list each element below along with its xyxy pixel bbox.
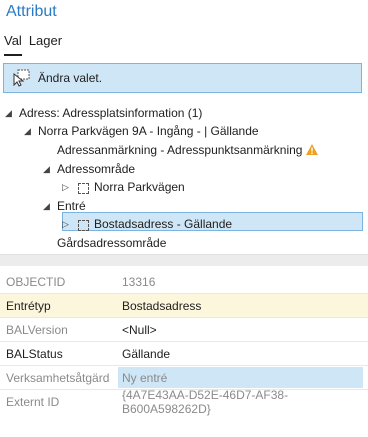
- attribute-row[interactable]: Verksamhetsåtgärd Ny entré: [0, 366, 368, 390]
- attribute-row: OBJECTID 13316: [0, 270, 368, 294]
- attribute-key: BALVersion: [6, 322, 68, 337]
- attribute-key: Entrétyp: [6, 298, 51, 313]
- tab-layers[interactable]: Lager: [29, 33, 62, 53]
- panel-title: Attribut: [6, 3, 57, 20]
- tree-node-address-point[interactable]: Norra Parkvägen 9A - Ingång - | Gällande: [38, 122, 259, 140]
- attribute-value: Ny entré: [122, 370, 168, 385]
- change-selection-banner[interactable]: Ändra valet.: [3, 63, 362, 93]
- expand-caret-icon[interactable]: ◢: [43, 164, 50, 175]
- attribute-value: Bostadsadress: [122, 298, 202, 313]
- tree-node-norra-parkvagen[interactable]: Norra Parkvägen: [94, 178, 185, 196]
- tree-node-address-area[interactable]: Adressområde: [57, 160, 135, 178]
- tab-bar: Val Lager: [4, 33, 62, 56]
- expand-caret-icon[interactable]: ◢: [5, 108, 12, 119]
- attribute-key: OBJECTID: [6, 274, 66, 289]
- attribute-key: Verksamhetsåtgärd: [6, 370, 110, 385]
- attribute-value: <Null>: [122, 322, 157, 337]
- tab-selection[interactable]: Val: [4, 33, 22, 56]
- tree-node-address[interactable]: Adress: Adressplatsinformation (1): [19, 104, 202, 122]
- attribute-value: {4A7E43AA-D52E-46D7-AF38-B600A598262D}: [122, 388, 289, 416]
- attribute-row[interactable]: Externt ID {4A7E43AA-D52E-46D7-AF38-B600…: [0, 388, 368, 416]
- attribute-row[interactable]: Entrétyp Bostadsadress: [0, 294, 368, 318]
- attribute-value: Gällande: [122, 346, 171, 361]
- feature-box-icon: [78, 220, 89, 231]
- section-divider: [0, 254, 368, 266]
- attribute-row[interactable]: BALStatus Gällande: [0, 342, 368, 366]
- attribute-value: 13316: [122, 274, 156, 289]
- collapse-caret-icon[interactable]: ▷: [62, 182, 69, 193]
- feature-box-icon: [78, 183, 89, 194]
- attribute-key: Externt ID: [6, 395, 60, 409]
- tree-node-label: Adressanmärkning - Adresspunktsanmärknin…: [57, 143, 303, 157]
- banner-text: Ändra valet.: [38, 71, 103, 85]
- attribute-key: BALStatus: [6, 346, 63, 361]
- attribute-row[interactable]: BALVersion <Null>: [0, 318, 368, 342]
- tree-node-residential-address[interactable]: Bostadsadress - Gällande: [94, 215, 232, 233]
- warning-icon: [305, 144, 318, 155]
- expand-caret-icon[interactable]: ◢: [43, 201, 50, 212]
- collapse-caret-icon[interactable]: ▷: [62, 219, 69, 230]
- expand-caret-icon[interactable]: ◢: [24, 126, 31, 137]
- tree-node-yard-address-area[interactable]: Gårdsadressområde: [57, 234, 166, 252]
- tree-node-annotation[interactable]: Adressanmärkning - Adresspunktsanmärknin…: [57, 141, 318, 159]
- select-cursor-icon: [13, 69, 30, 87]
